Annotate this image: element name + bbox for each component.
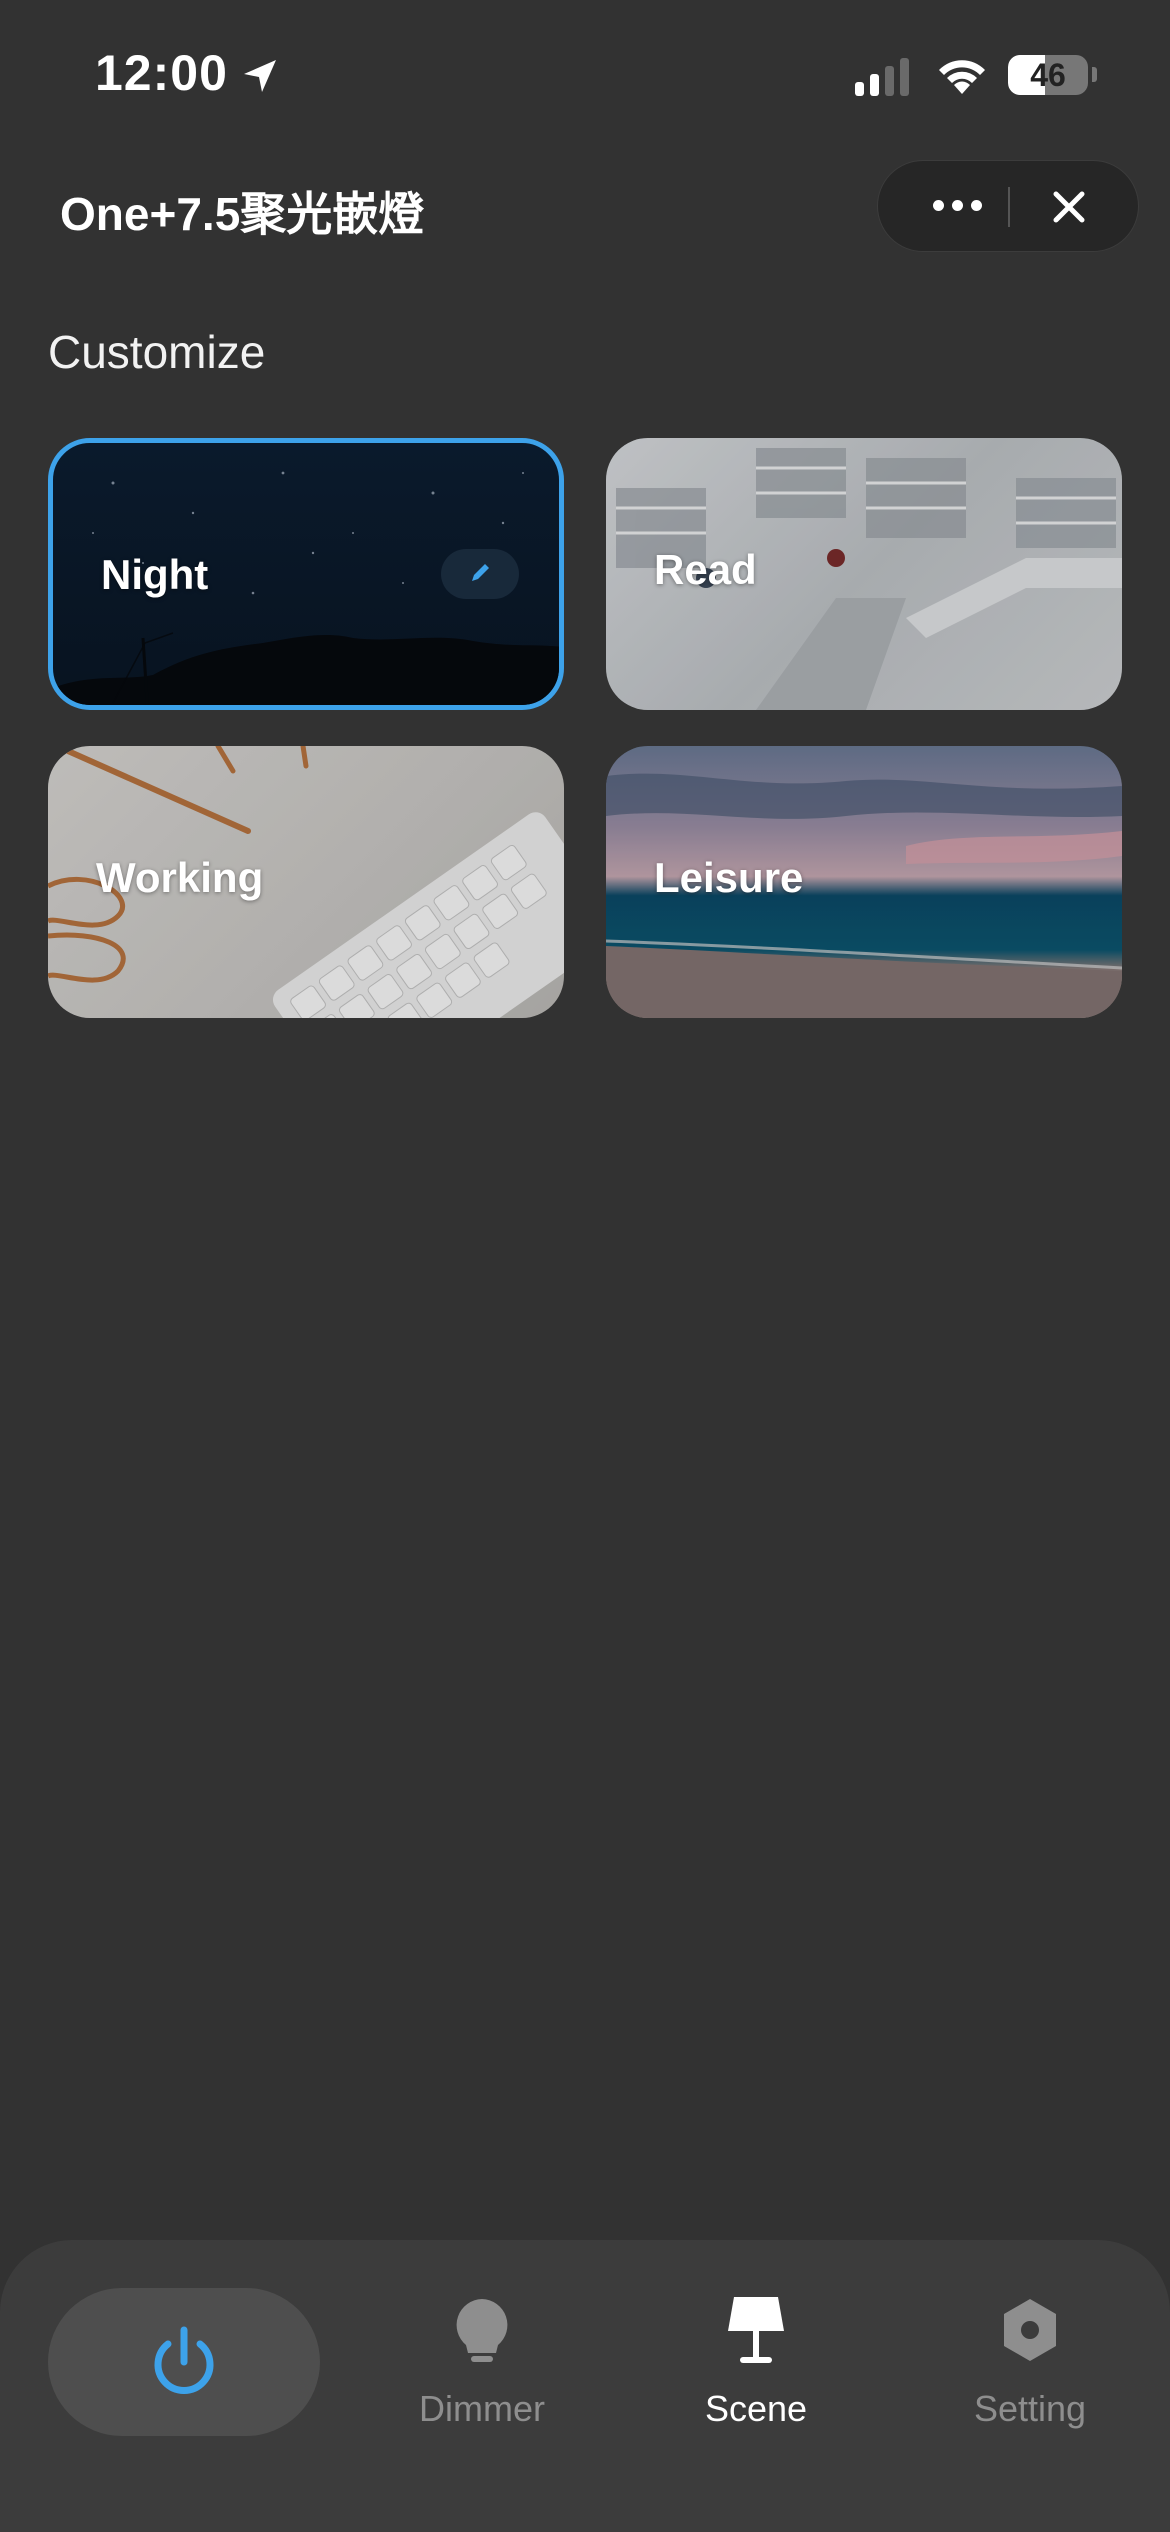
capsule-divider: [1008, 187, 1010, 227]
battery-nub: [1092, 67, 1097, 82]
tab-dimmer[interactable]: Dimmer: [382, 2290, 582, 2430]
pencil-icon: [472, 564, 489, 581]
hex-gear-icon: [1004, 2299, 1056, 2361]
scene-card-leisure[interactable]: Leisure: [606, 746, 1122, 1018]
tab-label: Dimmer: [419, 2388, 545, 2429]
battery-icon: 46: [1008, 55, 1088, 95]
edit-scene-button[interactable]: [441, 549, 519, 599]
page-title: One+7.5聚光嵌燈: [60, 188, 425, 240]
scene-label: Working: [96, 854, 264, 901]
location-arrow-icon: [244, 60, 276, 92]
menu-capsule: [877, 160, 1139, 252]
close-icon[interactable]: [1046, 184, 1092, 230]
more-button[interactable]: [922, 185, 992, 225]
scene-card-working[interactable]: Working: [48, 746, 564, 1018]
cellular-signal-icon: [855, 56, 909, 96]
section-title: Customize: [48, 326, 266, 378]
ellipsis-icon: [932, 199, 944, 211]
scene-card-read[interactable]: Read: [606, 438, 1122, 710]
tab-label: Scene: [704, 2388, 808, 2429]
bulb-icon: [456, 2299, 508, 2362]
lamp-icon: [728, 2297, 784, 2363]
tab-scene[interactable]: Scene: [656, 2290, 856, 2430]
tab-label: Setting: [973, 2388, 1087, 2429]
status-bar: 12:00 46: [0, 0, 1170, 150]
power-button[interactable]: [48, 2288, 320, 2436]
status-time: 12:00: [95, 45, 228, 101]
nav-bar: One+7.5聚光嵌燈: [0, 150, 1170, 270]
scene-label: Leisure: [654, 854, 804, 901]
scene-card-night[interactable]: Night: [48, 438, 564, 710]
battery-level: 46: [1030, 57, 1066, 93]
wifi-icon: [939, 60, 985, 94]
tab-setting[interactable]: Setting: [930, 2290, 1130, 2430]
power-icon: [154, 2326, 214, 2394]
bottom-tab-bar: Dimmer Scene Setting: [0, 2240, 1170, 2532]
scene-label: Night: [101, 551, 209, 598]
scene-label: Read: [654, 546, 757, 593]
